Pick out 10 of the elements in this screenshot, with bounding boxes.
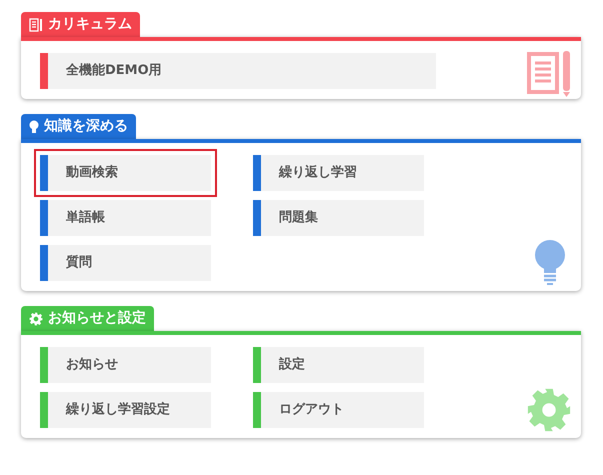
notepad-pencil-icon bbox=[527, 51, 571, 97]
lightbulb-icon bbox=[29, 120, 39, 134]
section-title: 知識を深める bbox=[44, 117, 128, 136]
document-icon bbox=[29, 18, 43, 32]
settings-icon bbox=[29, 312, 43, 326]
gear-icon bbox=[526, 387, 572, 433]
section-title: カリキュラム bbox=[48, 15, 132, 34]
lightbulb-icon bbox=[535, 240, 565, 286]
menu-item[interactable]: 動画検索 bbox=[34, 149, 217, 197]
section-title: お知らせと設定 bbox=[48, 308, 146, 328]
